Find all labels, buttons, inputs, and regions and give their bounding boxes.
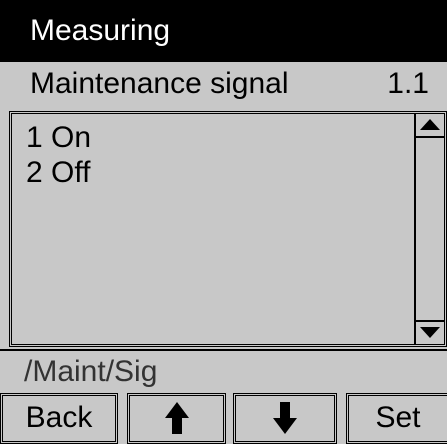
scrollbar[interactable] [414,114,444,344]
title-bar: Measuring [0,0,447,62]
list-item-off[interactable]: 2 Off [26,155,404,190]
menu-path: /Maint/Sig [24,355,158,388]
up-button[interactable] [127,393,226,444]
set-button[interactable]: Set [346,393,447,444]
triangle-down-icon [420,327,440,338]
parameter-row: Maintenance signal 1.1 [0,62,447,106]
list-item-on[interactable]: 1 On [26,120,404,155]
set-button-label: Set [375,401,421,434]
arrow-down-icon [273,402,297,434]
scroll-up-button[interactable] [416,114,444,138]
parameter-name: Maintenance signal [30,67,289,100]
parameter-number: 1.1 [387,67,429,100]
back-button[interactable]: Back [0,393,118,444]
option-list: 1 On 2 Off [9,111,447,347]
softkey-bar: Back Set [0,393,447,444]
back-button-label: Back [25,401,93,434]
arrow-up-icon [164,402,189,434]
divider [0,349,447,351]
triangle-up-icon [420,119,440,130]
down-button[interactable] [233,393,337,444]
scroll-down-button[interactable] [416,320,444,344]
page-title: Measuring [30,14,171,47]
